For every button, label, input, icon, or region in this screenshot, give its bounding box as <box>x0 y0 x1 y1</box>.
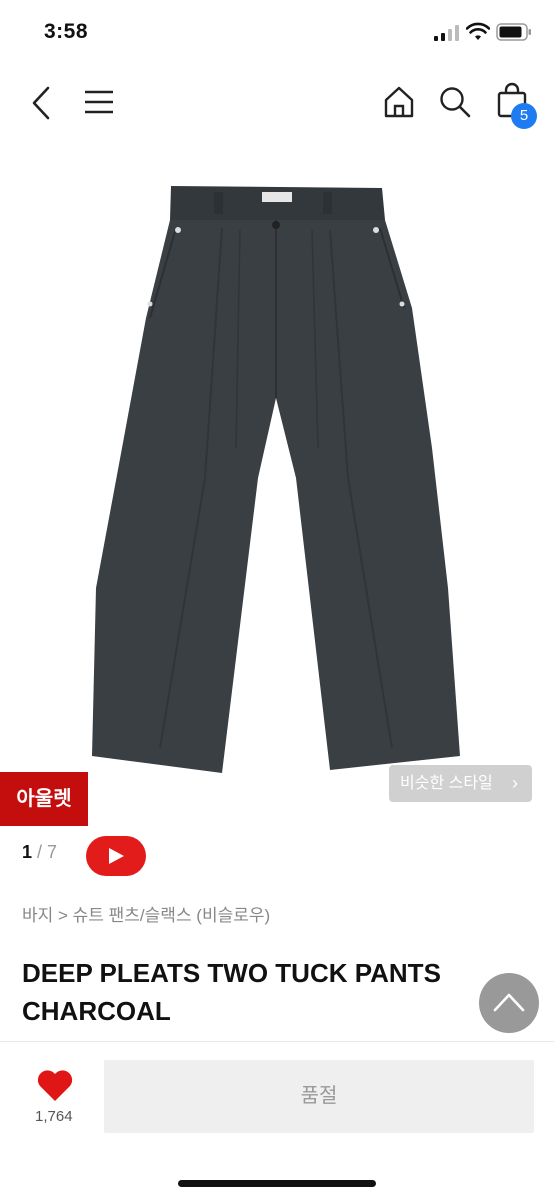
product-title: DEEP PLEATS TWO TUCK PANTS CHARCOAL <box>22 958 441 1026</box>
search-icon[interactable] <box>439 86 471 118</box>
similar-style-button[interactable]: 비슷한 스타일 › <box>389 765 532 802</box>
battery-icon <box>496 23 531 41</box>
image-counter: 1 / 7 <box>22 842 58 862</box>
home-indicator <box>178 1180 376 1187</box>
top-nav <box>0 66 554 146</box>
like-count: 1,764 <box>35 1108 73 1125</box>
signal-icon <box>434 25 459 41</box>
wifi-icon <box>466 22 490 40</box>
pants-image <box>92 186 460 773</box>
sold-out-button[interactable]: 품절 <box>104 1060 534 1133</box>
product-image[interactable] <box>0 148 554 828</box>
scroll-top-button[interactable] <box>479 973 539 1033</box>
play-icon <box>109 848 124 864</box>
divider <box>0 1041 554 1042</box>
cart-count-badge: 5 <box>511 103 537 129</box>
status-bar: 3:58 <box>0 0 554 66</box>
similar-style-label: 비슷한 스타일 <box>400 775 493 792</box>
chevron-right-icon: › <box>512 773 518 793</box>
home-icon[interactable] <box>383 86 415 118</box>
heart-icon[interactable] <box>36 1068 74 1102</box>
video-play-button[interactable] <box>86 836 146 876</box>
image-total: 7 <box>47 842 58 862</box>
outlet-badge: 아울렛 <box>0 772 88 826</box>
chevron-up-icon <box>493 993 525 1012</box>
image-index: 1 <box>22 842 33 862</box>
back-icon[interactable] <box>30 86 52 120</box>
breadcrumb[interactable]: 바지 > 슈트 팬츠/슬랙스 (비슬로우) <box>22 901 270 926</box>
menu-icon[interactable] <box>84 90 114 114</box>
status-time: 3:58 <box>44 20 89 43</box>
